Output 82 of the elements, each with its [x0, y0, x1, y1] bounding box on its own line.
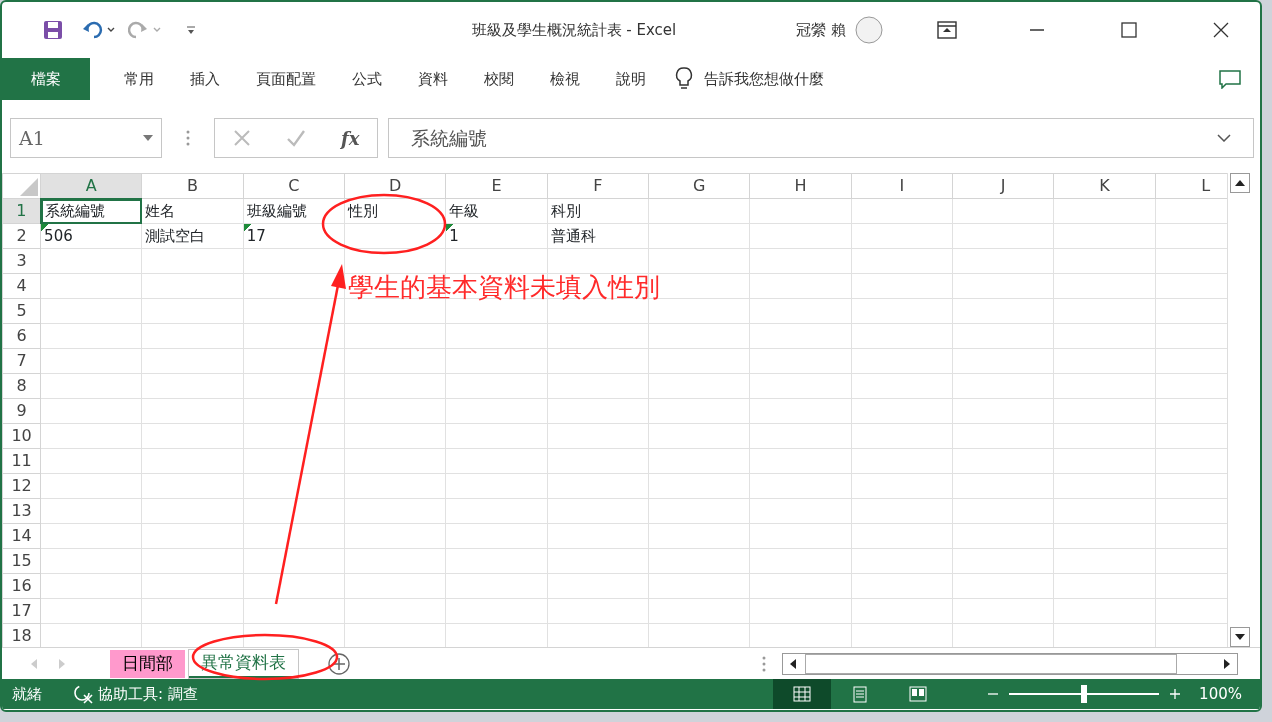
column-header[interactable]: D: [344, 173, 446, 199]
table-cell[interactable]: 班級編號: [243, 198, 345, 224]
avatar-icon: [854, 15, 884, 45]
row-header[interactable]: 17: [2, 598, 41, 624]
corner-triangle-icon: [20, 178, 39, 196]
ribbon-tab[interactable]: 資料: [400, 58, 466, 100]
row-header[interactable]: 14: [2, 523, 41, 549]
table-cell[interactable]: 17: [243, 223, 345, 249]
row-header[interactable]: 2: [2, 223, 41, 249]
column-header[interactable]: B: [141, 173, 244, 199]
column-header[interactable]: E: [445, 173, 548, 199]
status-text: 就緒: [12, 683, 42, 705]
ribbon-tab[interactable]: 插入: [172, 58, 238, 100]
insert-function-button[interactable]: fx: [340, 124, 360, 152]
row-header[interactable]: 10: [2, 423, 41, 449]
expand-caret-icon[interactable]: [1217, 134, 1231, 142]
row-header[interactable]: 1: [2, 198, 41, 224]
table-cell[interactable]: 年級: [445, 198, 548, 224]
vertical-scrollbar[interactable]: [1227, 173, 1251, 647]
column-header[interactable]: F: [547, 173, 649, 199]
window-title: 班級及學生概況統計表 - Excel: [471, 19, 677, 41]
grip-dots-icon: [186, 130, 190, 146]
row-header[interactable]: 8: [2, 373, 41, 399]
user-name: 冠縈 賴: [796, 19, 846, 41]
row-header[interactable]: 16: [2, 573, 41, 599]
accessibility-icon[interactable]: [72, 683, 94, 705]
column-header[interactable]: G: [648, 173, 750, 199]
column-header[interactable]: C: [243, 173, 345, 199]
scroll-up-icon[interactable]: [1229, 173, 1250, 193]
row-header[interactable]: 9: [2, 398, 41, 424]
zoom-in-icon[interactable]: [1169, 688, 1182, 700]
scroll-thumb[interactable]: [805, 653, 1177, 674]
table-cell[interactable]: 測試空白: [141, 223, 244, 249]
name-box-value: A1: [19, 125, 45, 151]
caret-icon: [143, 135, 153, 141]
row-header[interactable]: 11: [2, 448, 41, 474]
formula-value: 系統編號: [411, 125, 487, 151]
row-header[interactable]: 5: [2, 298, 41, 324]
column-header[interactable]: J: [952, 173, 1054, 199]
normal-view-icon[interactable]: [773, 679, 832, 709]
column-header[interactable]: H: [749, 173, 852, 199]
name-box[interactable]: A1: [10, 118, 162, 158]
table-cell[interactable]: 506: [40, 223, 142, 249]
table-cell[interactable]: 1: [445, 223, 548, 249]
ribbon-tab[interactable]: 說明: [598, 58, 664, 100]
table-cell[interactable]: 性別: [344, 198, 446, 224]
row-header[interactable]: 4: [2, 273, 41, 299]
table-cell[interactable]: 科別: [547, 198, 649, 224]
ribbon-tab[interactable]: 檢視: [532, 58, 598, 100]
row-header[interactable]: 6: [2, 323, 41, 349]
column-header[interactable]: A: [40, 173, 142, 199]
sheet-tab[interactable]: 日間部: [110, 649, 185, 678]
row-header[interactable]: 13: [2, 498, 41, 524]
zoom-slider-thumb[interactable]: [1081, 685, 1088, 703]
row-header[interactable]: 12: [2, 473, 41, 499]
row-header[interactable]: 18: [2, 623, 41, 647]
comment-icon[interactable]: [1218, 69, 1242, 89]
add-sheet-icon[interactable]: [328, 652, 350, 675]
column-header[interactable]: I: [851, 173, 953, 199]
grip-dots-icon: [762, 655, 766, 672]
row-header[interactable]: 3: [2, 248, 41, 274]
ribbon-tab[interactable]: 校閱: [466, 58, 532, 100]
annotation-text: 學生的基本資料未填入性別: [348, 271, 660, 304]
check-icon[interactable]: [285, 129, 306, 147]
table-cell[interactable]: 姓名: [141, 198, 244, 224]
tell-me-field[interactable]: 告訴我您想做什麼: [694, 58, 842, 100]
accessibility-status[interactable]: 協助工具: 調查: [98, 682, 198, 706]
selected-cell[interactable]: 系統編號: [40, 198, 142, 224]
formula-field[interactable]: 系統編號: [388, 118, 1254, 158]
sheet-tab[interactable]: 異常資料表: [189, 649, 298, 678]
lightbulb-icon: [674, 66, 694, 92]
column-header[interactable]: K: [1053, 173, 1156, 199]
ribbon-tab[interactable]: 頁面配置: [238, 58, 334, 100]
row-header[interactable]: 15: [2, 548, 41, 574]
table-cell[interactable]: 普通科: [547, 223, 649, 249]
ribbon-tab[interactable]: 常用: [106, 58, 172, 100]
horizontal-scrollbar[interactable]: [782, 652, 1238, 675]
column-header[interactable]: L: [1155, 173, 1227, 199]
zoom-level[interactable]: 100%: [1199, 682, 1242, 706]
row-header[interactable]: 7: [2, 348, 41, 374]
scroll-down-icon[interactable]: [1229, 627, 1250, 647]
ribbon-tab[interactable]: 公式: [334, 58, 400, 100]
